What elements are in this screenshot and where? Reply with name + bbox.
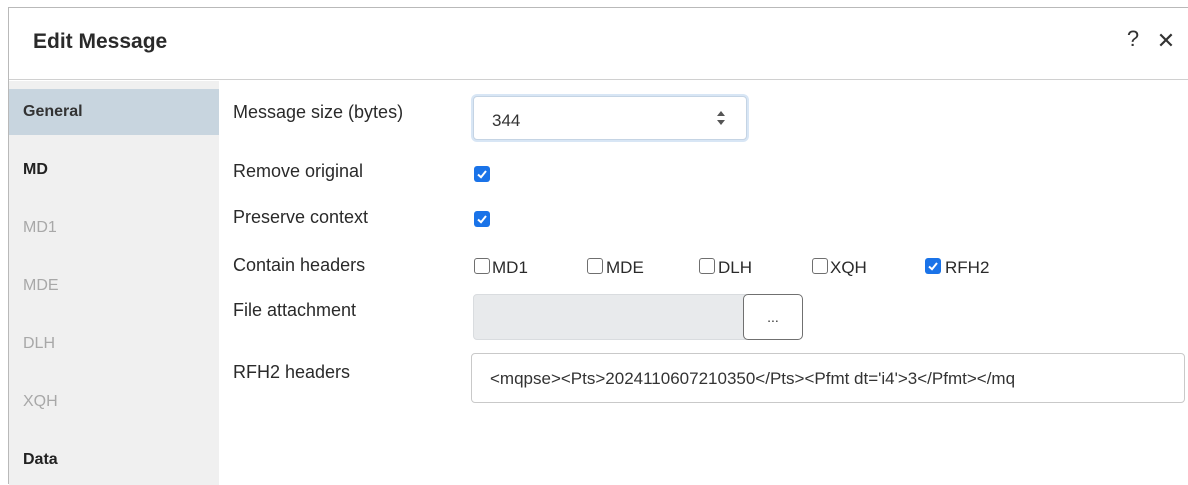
file-attachment-label: File attachment — [233, 300, 357, 320]
checkmark-icon — [477, 215, 487, 224]
rfh2-headers-value: <mqpse><Pts>2024110607210350</Pts><Pfmt … — [490, 369, 1016, 388]
dialog-title: Edit Message — [33, 30, 168, 53]
checkmark-icon — [477, 170, 487, 179]
sidebar-item-data[interactable]: Data — [9, 437, 219, 483]
rfh2-checkbox-label: RFH2 — [945, 258, 990, 277]
contain-headers-label: Contain headers — [233, 255, 366, 275]
md1-checkbox[interactable] — [474, 258, 490, 274]
dlh-checkbox[interactable] — [699, 258, 715, 274]
xqh-checkbox[interactable] — [812, 258, 828, 274]
dlh-checkbox-label: DLH — [718, 258, 753, 277]
sidebar-item-xqh[interactable]: XQH — [9, 379, 219, 425]
browse-button[interactable]: ... — [743, 294, 803, 340]
xqh-checkbox-label: XQH — [830, 258, 867, 277]
preserve-context-checkbox[interactable] — [474, 211, 490, 227]
sidebar-item-mde[interactable]: MDE — [9, 263, 219, 309]
close-button[interactable]: ✕ — [1154, 26, 1178, 56]
message-size-input[interactable]: 344 — [473, 96, 747, 140]
help-button[interactable]: ? — [1121, 24, 1145, 54]
remove-original-checkbox[interactable] — [474, 166, 490, 182]
file-attachment-field[interactable] — [473, 294, 747, 340]
message-size-value: 344 — [492, 111, 521, 130]
message-size-label: Message size (bytes) — [233, 102, 404, 122]
checkmark-icon — [928, 262, 938, 271]
mde-checkbox-label: MDE — [606, 258, 644, 277]
md1-checkbox-label: MD1 — [492, 258, 528, 277]
rfh2-checkbox[interactable] — [925, 258, 941, 274]
sidebar-item-md1[interactable]: MD1 — [9, 205, 219, 251]
sidebar-item-md[interactable]: MD — [9, 147, 219, 193]
dialog-titlebar: Edit Message ? ✕ — [9, 8, 1188, 80]
sidebar-item-general[interactable]: General — [9, 89, 219, 135]
remove-original-label: Remove original — [233, 161, 364, 181]
sidebar-nav: General MD MD1 MDE DLH XQH Data — [9, 81, 219, 485]
rfh2-headers-input[interactable]: <mqpse><Pts>2024110607210350</Pts><Pfmt … — [471, 353, 1185, 403]
preserve-context-label: Preserve context — [233, 207, 369, 227]
sidebar-item-dlh[interactable]: DLH — [9, 321, 219, 367]
mde-checkbox[interactable] — [587, 258, 603, 274]
edit-message-dialog: Edit Message ? ✕ General MD MD1 MDE DLH … — [8, 7, 1188, 485]
spinner-arrows-icon[interactable] — [714, 107, 728, 129]
rfh2-headers-label: RFH2 headers — [233, 362, 351, 382]
